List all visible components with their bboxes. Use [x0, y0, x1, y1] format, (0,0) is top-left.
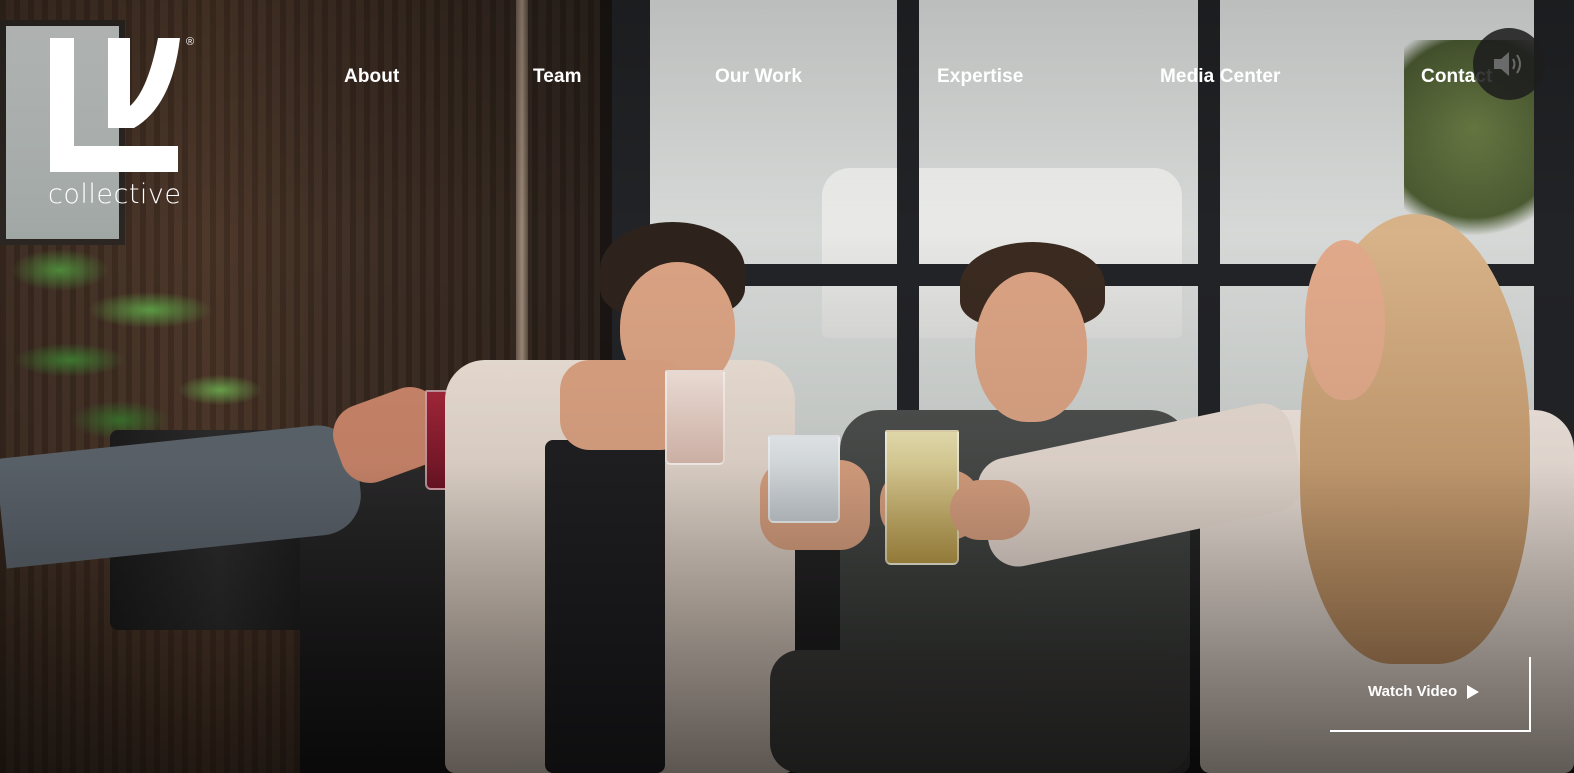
lv-logo-icon: [50, 38, 180, 172]
nav-team[interactable]: Team: [533, 66, 582, 88]
sound-toggle-button[interactable]: [1473, 28, 1545, 100]
brand-logo[interactable]: ® collective: [48, 36, 208, 211]
watch-video-frame: Watch Video: [1330, 657, 1531, 732]
watch-video-button[interactable]: Watch Video: [1368, 683, 1480, 700]
nav-about[interactable]: About: [344, 66, 399, 88]
nav-expertise[interactable]: Expertise: [937, 66, 1023, 88]
nav-our-work[interactable]: Our Work: [715, 66, 802, 88]
registered-mark: ®: [186, 36, 195, 48]
logo-wordmark: collective: [48, 179, 182, 210]
nav-media-center[interactable]: Media Center: [1160, 66, 1281, 88]
speaker-icon: [1494, 52, 1521, 76]
play-icon: [1467, 684, 1480, 699]
watch-video-label: Watch Video: [1368, 683, 1458, 700]
